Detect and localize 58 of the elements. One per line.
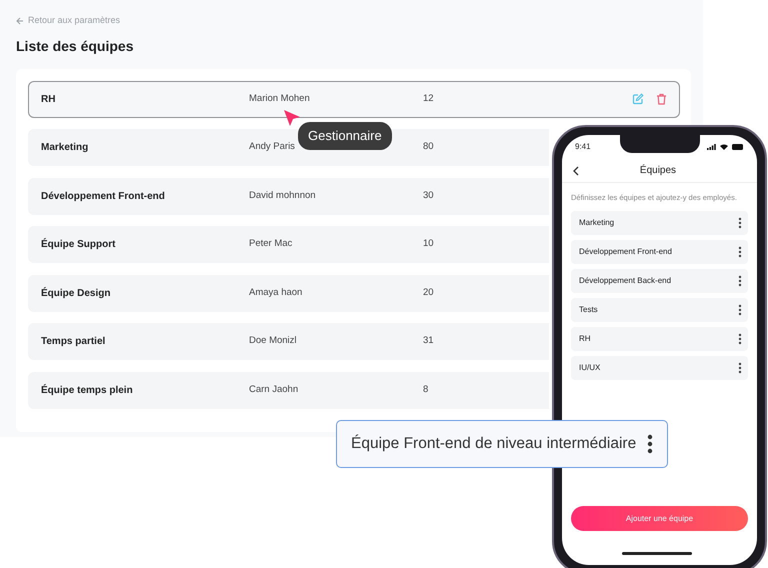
team-name: Temps partiel [41,335,106,349]
trash-icon[interactable] [656,93,667,105]
member-count: 12 [423,92,434,106]
more-icon[interactable] [738,304,742,316]
manager-name: Amaya haon [249,286,304,300]
back-icon[interactable] [572,166,579,176]
team-name: Tests [579,304,599,316]
home-indicator [622,552,692,555]
team-name: Équipe Design [41,286,112,300]
more-icon[interactable] [738,246,742,258]
member-count: 31 [423,334,434,348]
tooltip: Gestionnaire [298,122,392,150]
team-item[interactable]: IU/UX [571,356,748,380]
arrow-left-icon [16,16,24,25]
manager-name: Marion Mohen [249,92,311,106]
page-title: Liste des équipes [16,36,134,56]
team-item[interactable]: Tests [571,298,748,322]
team-row[interactable]: Équipe Support Peter Mac 10 [28,226,549,263]
manager-name: Carn Jaohn [249,382,300,397]
battery-icon [732,144,744,150]
team-name: RH [579,333,592,346]
team-row[interactable]: RH Marion Mohen 12 [28,80,680,118]
team-name: Développement Front-end [41,190,166,204]
more-icon[interactable] [738,333,742,346]
team-item[interactable]: Développement Front-end [571,240,748,264]
team-name: Équipe Support [41,237,116,252]
team-row[interactable]: Équipe Design Amaya haon 20 [28,274,549,312]
more-icon[interactable] [738,362,742,374]
more-icon[interactable] [738,217,742,230]
more-icon[interactable] [738,275,742,288]
signal-icon [707,144,716,150]
wifi-icon [720,144,728,150]
team-name: Développement Back-end [579,275,672,288]
member-count: 30 [423,188,434,203]
team-item[interactable]: Marketing [571,211,748,236]
member-count: 80 [423,140,434,154]
team-row[interactable]: Équipe temps plein Carn Jaohn 8 [28,372,549,408]
team-item[interactable]: Développement Back-end [571,269,748,294]
team-row[interactable]: Développement Front-end David mohnnon 30 [28,178,549,214]
manager-name: Andy Paris [249,140,296,154]
manager-name: Peter Mac [249,237,294,252]
team-name: Équipe temps plein [41,383,134,398]
card-label: Équipe Front-end de niveau intermédiaire [351,434,638,454]
member-count: 20 [423,286,434,300]
team-item[interactable]: RH [571,327,748,352]
team-row[interactable]: Temps partiel Doe Monizl 31 [28,323,549,360]
manager-name: Doe Monizl [249,334,298,348]
team-name: IU/UX [579,362,602,374]
team-name: Marketing [579,217,616,230]
member-count: 8 [423,382,428,397]
status-time: 9:41 [575,141,591,153]
screen-title: Équipes [638,163,678,178]
team-name: Marketing [41,141,90,155]
more-icon[interactable] [647,434,653,454]
team-name: RH [41,92,56,106]
member-count: 10 [423,237,434,252]
manager-name: David mohnnon [249,188,317,203]
team-name: Développement Front-end [579,246,673,258]
